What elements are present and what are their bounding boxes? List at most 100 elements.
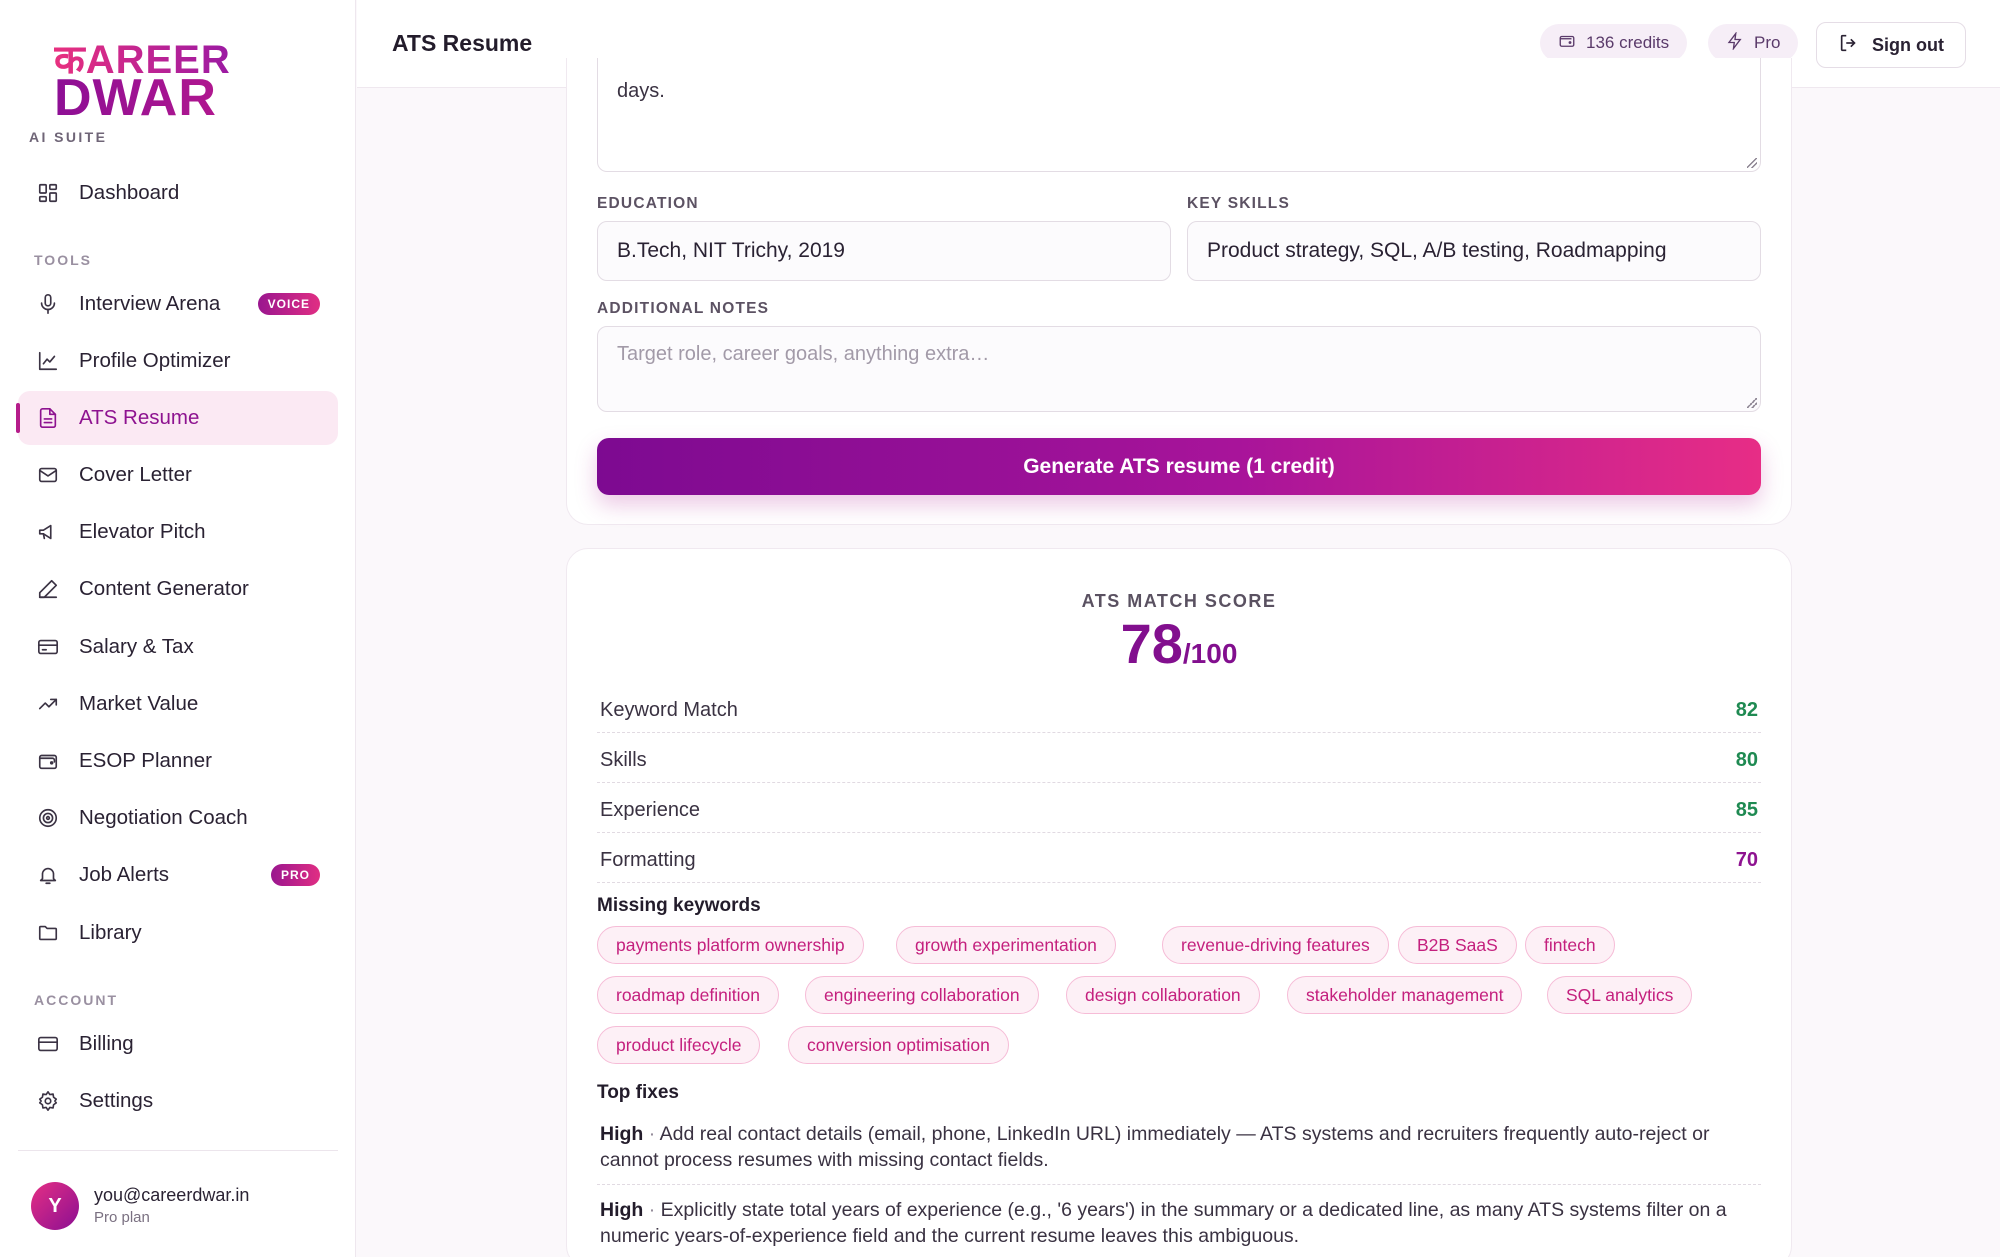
- sidebar-item-profile-optimizer[interactable]: Profile Optimizer: [18, 334, 338, 388]
- keyword-chip: roadmap definition: [597, 976, 779, 1014]
- sign-out-label: Sign out: [1872, 34, 1944, 55]
- metric-value: 85: [1735, 799, 1758, 821]
- sidebar-item-label: Cover Letter: [79, 463, 192, 486]
- mail-icon: [36, 463, 60, 487]
- sidebar-item-settings[interactable]: Settings: [18, 1074, 338, 1128]
- sidebar-item-label: Negotiation Coach: [79, 806, 248, 829]
- sidebar-item-library[interactable]: Library: [18, 906, 338, 960]
- sidebar-item-elevator-pitch[interactable]: Elevator Pitch: [18, 505, 338, 559]
- score-number: 78: [1120, 612, 1183, 675]
- additional-notes-input[interactable]: Target role, career goals, anything extr…: [597, 326, 1761, 412]
- metric-value: 80: [1735, 749, 1758, 771]
- score-max: /100: [1182, 638, 1238, 669]
- generate-ats-resume-button[interactable]: Generate ATS resume (1 credit): [597, 438, 1761, 495]
- fix-description: Add real contact details (email, phone, …: [600, 1123, 1710, 1171]
- education-input[interactable]: B.Tech, NIT Trichy, 2019: [597, 221, 1171, 281]
- keyword-chip: product lifecycle: [597, 1026, 761, 1064]
- resume-form-card: days. EDUCATION B.Tech, NIT Trichy, 2019…: [566, 58, 1792, 525]
- fix-text: High · Explicitly state total years of e…: [600, 1197, 1750, 1249]
- additional-notes-label: ADDITIONAL NOTES: [597, 300, 770, 317]
- document-icon: [36, 406, 60, 430]
- keyword-chip: payments platform ownership: [597, 926, 864, 964]
- credits-pill[interactable]: 136 credits: [1540, 24, 1688, 62]
- suite-label: AI SUITE: [29, 129, 108, 145]
- trend-icon: [36, 692, 60, 716]
- user-profile[interactable]: Y you@careerdwar.in Pro plan: [31, 1180, 331, 1232]
- target-icon: [36, 806, 60, 830]
- metric-value: 82: [1735, 699, 1758, 721]
- sidebar-item-label: Content Generator: [79, 577, 249, 600]
- resize-handle[interactable]: [1747, 398, 1757, 408]
- page-title: ATS Resume: [392, 30, 533, 56]
- metric-label: Skills: [600, 749, 647, 771]
- sidebar-item-label: Library: [79, 921, 142, 944]
- logout-icon: [1838, 32, 1860, 59]
- keyword-chip: B2B SaaS: [1398, 926, 1517, 964]
- sidebar-item-label: Elevator Pitch: [79, 520, 206, 543]
- metric-label: Experience: [600, 799, 701, 821]
- sidebar-item-billing[interactable]: Billing: [18, 1017, 338, 1071]
- sidebar-item-label: ESOP Planner: [79, 749, 212, 772]
- keyword-chip: growth experimentation: [896, 926, 1116, 964]
- lightning-icon: [1726, 30, 1744, 55]
- sidebar-item-cover-letter[interactable]: Cover Letter: [18, 448, 338, 502]
- keyword-chip: conversion optimisation: [788, 1026, 1009, 1064]
- user-plan: Pro plan: [94, 1209, 150, 1226]
- top-fixes-heading: Top fixes: [597, 1082, 679, 1103]
- sidebar-item-ats-resume[interactable]: ATS Resume: [16, 391, 338, 445]
- metric-row: Skills 80: [597, 733, 1761, 783]
- microphone-icon: [36, 292, 60, 316]
- careerdwar-logo[interactable]: कAREER DWAR: [54, 30, 234, 127]
- fix-text: High · Add real contact details (email, …: [600, 1121, 1750, 1173]
- sidebar-item-label: Market Value: [79, 692, 199, 715]
- sidebar-item-negotiation-coach[interactable]: Negotiation Coach: [18, 791, 338, 845]
- keyword-chip: stakeholder management: [1287, 976, 1523, 1014]
- metric-row: Keyword Match 82: [597, 683, 1761, 733]
- voice-badge: VOICE: [257, 293, 320, 315]
- fix-priority: High: [600, 1123, 644, 1145]
- avatar: Y: [31, 1182, 79, 1230]
- sidebar-item-dashboard[interactable]: Dashboard: [18, 166, 338, 220]
- experience-textarea[interactable]: days.: [597, 58, 1761, 172]
- sidebar-item-interview-arena[interactable]: Interview Arena VOICE: [18, 277, 338, 331]
- plan-pill[interactable]: Pro: [1708, 24, 1799, 62]
- sidebar-item-salary-tax[interactable]: Salary & Tax: [18, 620, 338, 674]
- folder-icon: [36, 921, 60, 945]
- grid-icon: [36, 181, 60, 205]
- score-title: ATS MATCH SCORE: [1081, 591, 1277, 611]
- logo-line-2: DWAR: [54, 69, 217, 127]
- plan-name: Pro: [1754, 33, 1781, 52]
- wallet-icon: [1558, 32, 1576, 55]
- ats-score-card: ATS MATCH SCORE 78/100 Keyword Match 82 …: [566, 548, 1792, 1257]
- sidebar-item-label: Billing: [79, 1032, 134, 1055]
- bell-icon: [36, 863, 60, 887]
- sidebar: कAREER DWAR AI SUITE Dashboard TOOLS Int…: [0, 0, 356, 1257]
- pen-icon: [36, 577, 60, 601]
- sidebar-item-label: Interview Arena: [79, 292, 221, 315]
- missing-keywords-heading: Missing keywords: [597, 895, 761, 916]
- key-skills-input[interactable]: Product strategy, SQL, A/B testing, Road…: [1187, 221, 1761, 281]
- sidebar-divider: [18, 1150, 338, 1151]
- card-icon: [36, 635, 60, 659]
- chart-icon: [36, 349, 60, 373]
- sidebar-item-market-value[interactable]: Market Value: [18, 677, 338, 731]
- keyword-chip: revenue-driving features: [1162, 926, 1389, 964]
- pro-badge: PRO: [270, 864, 320, 886]
- keyword-chip: design collaboration: [1066, 976, 1260, 1014]
- fix-item: High · Explicitly state total years of e…: [597, 1185, 1761, 1257]
- sidebar-item-content-generator[interactable]: Content Generator: [18, 562, 338, 616]
- tools-heading: TOOLS: [34, 252, 92, 268]
- user-email: you@careerdwar.in: [94, 1185, 250, 1205]
- fix-separator: ·: [643, 1199, 661, 1221]
- gear-icon: [36, 1089, 60, 1113]
- resize-handle[interactable]: [1747, 158, 1757, 168]
- sidebar-item-job-alerts[interactable]: Job Alerts PRO: [18, 848, 338, 902]
- sign-out-button[interactable]: Sign out: [1816, 22, 1966, 68]
- metric-row: Formatting 70: [597, 833, 1761, 883]
- fix-description: Explicitly state total years of experien…: [600, 1199, 1727, 1247]
- fix-item: High · Add real contact details (email, …: [597, 1109, 1761, 1185]
- fix-separator: ·: [643, 1123, 660, 1145]
- sidebar-item-label: Settings: [79, 1089, 154, 1112]
- sidebar-item-label: Dashboard: [79, 181, 180, 204]
- sidebar-item-esop-planner[interactable]: ESOP Planner: [18, 734, 338, 788]
